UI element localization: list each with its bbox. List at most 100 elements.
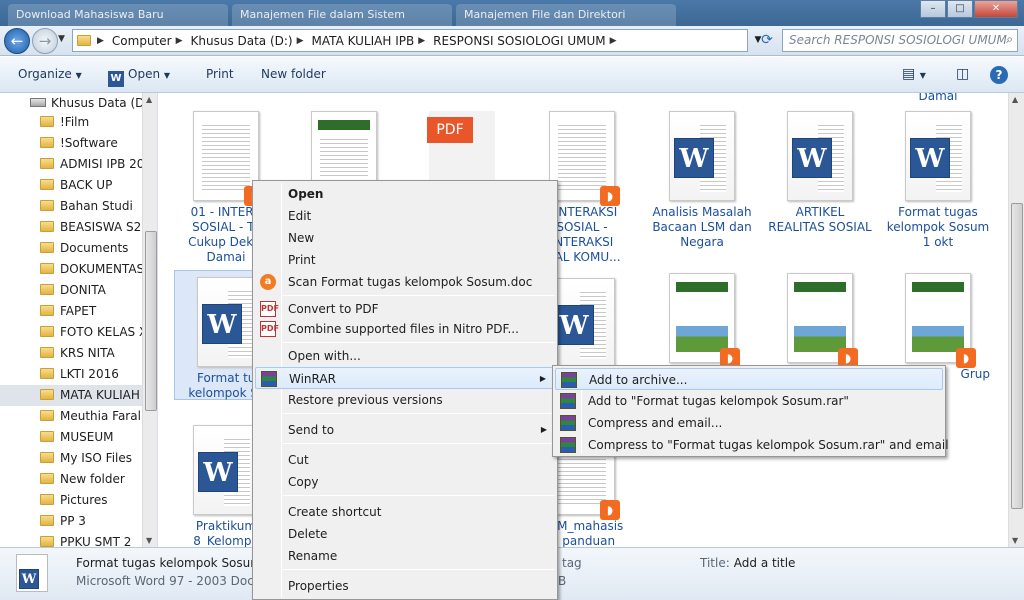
taskbar-tab-3[interactable]: Manajemen File dan Direktori: [456, 4, 676, 26]
help-icon[interactable]: ?: [990, 66, 1008, 84]
sidebar-item-drive[interactable]: Khusus Data (D:): [0, 93, 142, 114]
organize-button[interactable]: Organize ▼: [18, 67, 82, 81]
submenu-item-compress-email[interactable]: Compress and email...: [555, 412, 943, 434]
submenu-item-add-archive[interactable]: Add to archive...: [555, 368, 943, 390]
menu-item-open-with[interactable]: Open with...: [255, 345, 555, 367]
main-scroll-thumb[interactable]: [1011, 203, 1023, 509]
submenu-item-compress-to-rar-email[interactable]: Compress to "Format tugas kelompok Sosum…: [555, 434, 949, 456]
menu-item-cut[interactable]: Cut: [255, 449, 555, 471]
menu-item-winrar[interactable]: WinRAR ▶: [255, 367, 555, 389]
scroll-down-icon[interactable]: ▼: [146, 536, 152, 545]
folder-icon: [40, 515, 54, 526]
menu-item-copy[interactable]: Copy: [255, 471, 555, 493]
change-view-icon[interactable]: ▤ ▼: [902, 66, 926, 82]
breadcrumb-computer[interactable]: Computer: [112, 34, 172, 48]
file-item[interactable]: W ARTIKEL REALITAS SOSIAL: [764, 111, 876, 235]
file-item[interactable]: ◗: [646, 273, 758, 368]
sidebar-item[interactable]: My ISO Files: [0, 448, 142, 469]
main-scrollbar[interactable]: ▲ ▼: [1008, 93, 1024, 547]
word-document-icon: W: [193, 425, 259, 515]
menu-item-delete[interactable]: Delete: [255, 523, 555, 545]
breadcrumb-drive[interactable]: Khusus Data (D:): [191, 34, 293, 48]
scroll-down-icon[interactable]: ▼: [1012, 536, 1018, 545]
menu-item-convert-pdf[interactable]: PDF Convert to PDF: [255, 298, 555, 320]
word-icon: W: [108, 71, 124, 87]
sidebar-scrollbar[interactable]: ▲ ▼: [142, 93, 157, 547]
menu-item-print[interactable]: Print: [255, 249, 555, 271]
file-item[interactable]: W Format tugas kelompok Sosum 1 okt: [882, 111, 994, 250]
sidebar-item[interactable]: PP 3: [0, 511, 142, 532]
title-bar: Download Mahasiswa Baru Manajemen File d…: [0, 0, 1024, 26]
sidebar-item[interactable]: !Software: [0, 133, 142, 154]
preview-pane-icon[interactable]: ◫: [956, 66, 969, 82]
details-title-input[interactable]: Add a title: [734, 556, 796, 570]
search-icon[interactable]: ⌕: [1006, 32, 1013, 47]
taskbar-tab-1[interactable]: Download Mahasiswa Baru: [8, 4, 228, 26]
sidebar-item[interactable]: Documents: [0, 238, 142, 259]
close-button[interactable]: ✕: [974, 0, 1018, 18]
sidebar-item[interactable]: PPKU SMT 2: [0, 532, 142, 547]
menu-item-edit[interactable]: Edit: [255, 205, 555, 227]
sidebar-item[interactable]: New folder: [0, 469, 142, 490]
folder-icon: [40, 305, 54, 316]
sidebar-item[interactable]: Pictures: [0, 490, 142, 511]
sidebar-item[interactable]: DONITA: [0, 280, 142, 301]
sidebar-item[interactable]: DOKUMENTAS: [0, 259, 142, 280]
menu-item-send-to[interactable]: Send to ▶: [255, 419, 555, 441]
word-document-icon: W: [549, 278, 615, 368]
folder-icon: [40, 452, 54, 463]
recent-pages-dropdown[interactable]: ▼: [58, 34, 65, 44]
chevron-right-icon[interactable]: ▶: [297, 36, 304, 46]
sidebar-item[interactable]: MUSEUM: [0, 427, 142, 448]
chevron-right-icon[interactable]: ▶: [176, 36, 183, 46]
print-button[interactable]: Print: [206, 67, 234, 81]
new-folder-button[interactable]: New folder: [261, 67, 326, 81]
menu-item-combine-nitro[interactable]: PDF Combine supported files in Nitro PDF.…: [255, 318, 555, 340]
submenu-item-add-to-rar[interactable]: Add to "Format tugas kelompok Sosum.rar": [555, 390, 943, 412]
menu-item-rename[interactable]: Rename: [255, 545, 555, 567]
breadcrumb-responsi[interactable]: RESPONSI SOSIOLOGI UMUM: [433, 34, 605, 48]
scroll-up-icon[interactable]: ▲: [146, 95, 152, 104]
menu-item-new[interactable]: New: [255, 227, 555, 249]
menu-item-restore[interactable]: Restore previous versions: [255, 389, 555, 411]
file-item-partial[interactable]: Damai: [882, 93, 994, 104]
open-button[interactable]: W Open ▼: [108, 67, 170, 87]
maximize-button[interactable]: □: [947, 0, 973, 18]
sidebar-item[interactable]: FAPET: [0, 301, 142, 322]
chevron-right-icon[interactable]: ▶: [97, 36, 104, 46]
chevron-right-icon[interactable]: ▶: [418, 36, 425, 46]
breadcrumb-mata-kuliah[interactable]: MATA KULIAH IPB: [312, 34, 415, 48]
sidebar-item[interactable]: Meuthia Faralit: [0, 406, 142, 427]
scroll-up-icon[interactable]: ▲: [1012, 95, 1018, 104]
sidebar-item-selected[interactable]: MATA KULIAH: [0, 385, 142, 406]
winrar-icon: [561, 372, 577, 388]
folder-icon: [40, 116, 54, 127]
sidebar-item[interactable]: BEASISWA S2 U: [0, 217, 142, 238]
refresh-icon[interactable]: ⟳: [756, 29, 778, 52]
sidebar-item[interactable]: BACK UP: [0, 175, 142, 196]
sidebar-scroll-thumb[interactable]: [145, 231, 157, 411]
search-input[interactable]: Search RESPONSI SOSIOLOGI UMUM ⌕: [782, 29, 1018, 52]
sidebar-item[interactable]: ADMISI IPB 201: [0, 154, 142, 175]
address-bar[interactable]: ▶ Computer ▶ Khusus Data (D:) ▶ MATA KUL…: [72, 29, 748, 52]
taskbar-tab-2[interactable]: Manajemen File dalam Sistem: [232, 4, 452, 26]
menu-item-open[interactable]: Open: [255, 183, 555, 205]
menu-item-scan[interactable]: a Scan Format tugas kelompok Sosum.doc: [255, 271, 555, 293]
menu-item-create-shortcut[interactable]: Create shortcut: [255, 501, 555, 523]
sidebar-item[interactable]: KRS NITA: [0, 343, 142, 364]
details-size: B: [558, 574, 567, 588]
file-item[interactable]: ◗: [764, 273, 876, 368]
forward-button[interactable]: →: [32, 28, 58, 54]
file-item[interactable]: W Analisis Masalah Bacaan LSM dan Negara: [646, 111, 758, 250]
chevron-right-icon[interactable]: ▶: [610, 36, 617, 46]
folder-icon: [40, 221, 54, 232]
sidebar-item[interactable]: FOTO KELAS XI: [0, 322, 142, 343]
minimize-button[interactable]: –: [920, 0, 946, 18]
sidebar-item[interactable]: LKTI 2016: [0, 364, 142, 385]
sidebar-item[interactable]: Bahan Studi: [0, 196, 142, 217]
details-tags[interactable]: tag: [562, 556, 582, 570]
menu-item-properties[interactable]: Properties: [255, 575, 555, 597]
back-button[interactable]: ←: [4, 28, 30, 54]
drive-icon: [30, 98, 46, 107]
sidebar-item[interactable]: !Film: [0, 112, 142, 133]
